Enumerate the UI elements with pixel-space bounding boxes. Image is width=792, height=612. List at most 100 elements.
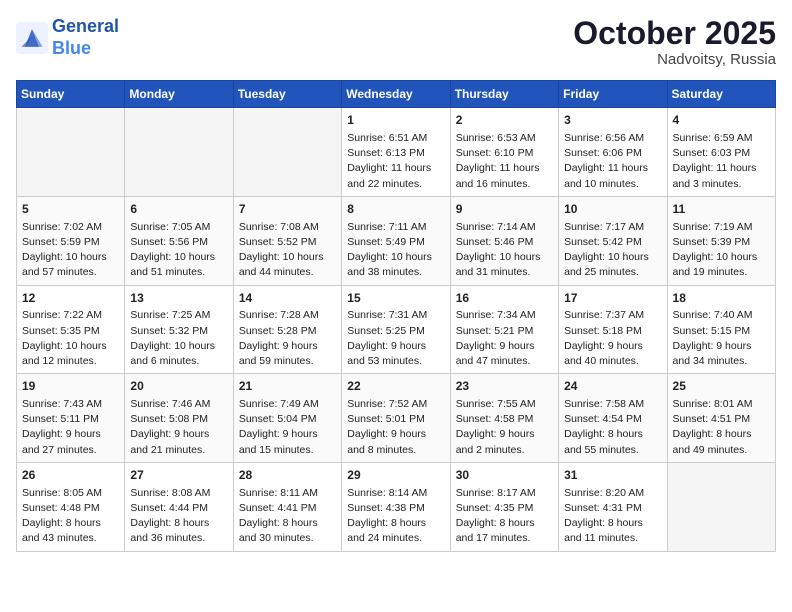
logo-text: General Blue xyxy=(52,16,119,59)
week-row-1: 1 Sunrise: 6:51 AM Sunset: 6:13 PM Daylig… xyxy=(17,108,776,197)
calendar-cell: 25Sunrise: 8:01 AM Sunset: 4:51 PM Dayli… xyxy=(667,374,775,463)
calendar-cell: 5 Sunrise: 7:02 AM Sunset: 5:59 PM Daylig… xyxy=(17,196,125,285)
day-number: 16 xyxy=(456,290,553,307)
weekday-header-friday: Friday xyxy=(559,81,667,108)
calendar-table: SundayMondayTuesdayWednesdayThursdayFrid… xyxy=(16,80,776,551)
day-info: Sunrise: 7:22 AM Sunset: 5:35 PM Dayligh… xyxy=(22,308,119,369)
day-number: 4 xyxy=(673,112,770,129)
calendar-cell xyxy=(17,108,125,197)
calendar-cell: 2 Sunrise: 6:53 AM Sunset: 6:10 PM Daylig… xyxy=(450,108,558,197)
day-number: 7 xyxy=(239,201,336,218)
calendar-cell: 22 Sunrise: 7:52 AM Sunset: 5:01 PM Dayli… xyxy=(342,374,450,463)
day-info: Sunrise: 7:37 AM Sunset: 5:18 PM Dayligh… xyxy=(564,308,661,369)
day-number: 24 xyxy=(564,378,661,395)
day-number: 23 xyxy=(456,378,553,395)
calendar-cell xyxy=(125,108,233,197)
day-info: Sunrise: 8:08 AM Sunset: 4:44 PM Dayligh… xyxy=(130,486,227,547)
calendar-cell: 21 Sunrise: 7:49 AM Sunset: 5:04 PM Dayli… xyxy=(233,374,341,463)
day-number: 12 xyxy=(22,290,119,307)
day-info: Sunrise: 7:31 AM Sunset: 5:25 PM Dayligh… xyxy=(347,308,444,369)
day-info: Sunrise: 7:55 AM Sunset: 4:58 PM Dayligh… xyxy=(456,397,553,458)
calendar-cell: 12Sunrise: 7:22 AM Sunset: 5:35 PM Dayli… xyxy=(17,285,125,374)
day-info: Sunrise: 7:02 AM Sunset: 5:59 PM Dayligh… xyxy=(22,220,119,281)
calendar-cell xyxy=(233,108,341,197)
day-info: Sunrise: 6:53 AM Sunset: 6:10 PM Dayligh… xyxy=(456,131,553,192)
day-number: 9 xyxy=(456,201,553,218)
calendar-cell: 6 Sunrise: 7:05 AM Sunset: 5:56 PM Daylig… xyxy=(125,196,233,285)
day-number: 19 xyxy=(22,378,119,395)
week-row-3: 12Sunrise: 7:22 AM Sunset: 5:35 PM Dayli… xyxy=(17,285,776,374)
day-number: 14 xyxy=(239,290,336,307)
day-number: 1 xyxy=(347,112,444,129)
calendar-cell: 4 Sunrise: 6:59 AM Sunset: 6:03 PM Daylig… xyxy=(667,108,775,197)
day-number: 18 xyxy=(673,290,770,307)
calendar-cell: 28Sunrise: 8:11 AM Sunset: 4:41 PM Dayli… xyxy=(233,462,341,551)
day-info: Sunrise: 7:11 AM Sunset: 5:49 PM Dayligh… xyxy=(347,220,444,281)
calendar-cell: 19Sunrise: 7:43 AM Sunset: 5:11 PM Dayli… xyxy=(17,374,125,463)
logo-icon xyxy=(16,22,48,54)
calendar-cell: 14Sunrise: 7:28 AM Sunset: 5:28 PM Dayli… xyxy=(233,285,341,374)
day-info: Sunrise: 7:17 AM Sunset: 5:42 PM Dayligh… xyxy=(564,220,661,281)
day-number: 17 xyxy=(564,290,661,307)
day-info: Sunrise: 8:05 AM Sunset: 4:48 PM Dayligh… xyxy=(22,486,119,547)
day-number: 21 xyxy=(239,378,336,395)
day-info: Sunrise: 8:14 AM Sunset: 4:38 PM Dayligh… xyxy=(347,486,444,547)
weekday-header-tuesday: Tuesday xyxy=(233,81,341,108)
week-row-5: 26 Sunrise: 8:05 AM Sunset: 4:48 PM Dayli… xyxy=(17,462,776,551)
day-info: Sunrise: 6:56 AM Sunset: 6:06 PM Dayligh… xyxy=(564,131,661,192)
day-info: Sunrise: 6:59 AM Sunset: 6:03 PM Dayligh… xyxy=(673,131,770,192)
day-number: 6 xyxy=(130,201,227,218)
day-info: Sunrise: 8:01 AM Sunset: 4:51 PM Dayligh… xyxy=(673,397,770,458)
day-number: 3 xyxy=(564,112,661,129)
day-number: 2 xyxy=(456,112,553,129)
day-info: Sunrise: 7:49 AM Sunset: 5:04 PM Dayligh… xyxy=(239,397,336,458)
calendar-cell: 9 Sunrise: 7:14 AM Sunset: 5:46 PM Daylig… xyxy=(450,196,558,285)
day-info: Sunrise: 7:28 AM Sunset: 5:28 PM Dayligh… xyxy=(239,308,336,369)
day-info: Sunrise: 8:20 AM Sunset: 4:31 PM Dayligh… xyxy=(564,486,661,547)
day-info: Sunrise: 7:08 AM Sunset: 5:52 PM Dayligh… xyxy=(239,220,336,281)
day-number: 29 xyxy=(347,467,444,484)
day-number: 22 xyxy=(347,378,444,395)
day-info: Sunrise: 7:46 AM Sunset: 5:08 PM Dayligh… xyxy=(130,397,227,458)
calendar-cell: 15Sunrise: 7:31 AM Sunset: 5:25 PM Dayli… xyxy=(342,285,450,374)
day-number: 31 xyxy=(564,467,661,484)
day-number: 26 xyxy=(22,467,119,484)
day-number: 15 xyxy=(347,290,444,307)
calendar-cell: 8 Sunrise: 7:11 AM Sunset: 5:49 PM Daylig… xyxy=(342,196,450,285)
logo: General Blue xyxy=(16,16,119,59)
calendar-cell: 13Sunrise: 7:25 AM Sunset: 5:32 PM Dayli… xyxy=(125,285,233,374)
day-info: Sunrise: 8:11 AM Sunset: 4:41 PM Dayligh… xyxy=(239,486,336,547)
page-header: General Blue October 2025 Nadvoitsy, Rus… xyxy=(16,16,776,68)
day-info: Sunrise: 7:19 AM Sunset: 5:39 PM Dayligh… xyxy=(673,220,770,281)
day-info: Sunrise: 7:52 AM Sunset: 5:01 PM Dayligh… xyxy=(347,397,444,458)
day-info: Sunrise: 7:58 AM Sunset: 4:54 PM Dayligh… xyxy=(564,397,661,458)
calendar-cell: 16Sunrise: 7:34 AM Sunset: 5:21 PM Dayli… xyxy=(450,285,558,374)
day-number: 5 xyxy=(22,201,119,218)
calendar-cell: 20Sunrise: 7:46 AM Sunset: 5:08 PM Dayli… xyxy=(125,374,233,463)
day-number: 10 xyxy=(564,201,661,218)
calendar-cell: 7 Sunrise: 7:08 AM Sunset: 5:52 PM Daylig… xyxy=(233,196,341,285)
day-info: Sunrise: 7:05 AM Sunset: 5:56 PM Dayligh… xyxy=(130,220,227,281)
calendar-cell: 17Sunrise: 7:37 AM Sunset: 5:18 PM Dayli… xyxy=(559,285,667,374)
day-info: Sunrise: 6:51 AM Sunset: 6:13 PM Dayligh… xyxy=(347,131,444,192)
calendar-cell: 3 Sunrise: 6:56 AM Sunset: 6:06 PM Daylig… xyxy=(559,108,667,197)
calendar-cell: 31 Sunrise: 8:20 AM Sunset: 4:31 PM Dayli… xyxy=(559,462,667,551)
day-info: Sunrise: 8:17 AM Sunset: 4:35 PM Dayligh… xyxy=(456,486,553,547)
day-number: 30 xyxy=(456,467,553,484)
day-info: Sunrise: 7:25 AM Sunset: 5:32 PM Dayligh… xyxy=(130,308,227,369)
calendar-cell: 11 Sunrise: 7:19 AM Sunset: 5:39 PM Dayli… xyxy=(667,196,775,285)
calendar-cell xyxy=(667,462,775,551)
day-number: 27 xyxy=(130,467,227,484)
week-row-4: 19Sunrise: 7:43 AM Sunset: 5:11 PM Dayli… xyxy=(17,374,776,463)
day-number: 8 xyxy=(347,201,444,218)
day-number: 13 xyxy=(130,290,227,307)
day-number: 11 xyxy=(673,201,770,218)
weekday-header-row: SundayMondayTuesdayWednesdayThursdayFrid… xyxy=(17,81,776,108)
weekday-header-monday: Monday xyxy=(125,81,233,108)
weekday-header-sunday: Sunday xyxy=(17,81,125,108)
calendar-cell: 27 Sunrise: 8:08 AM Sunset: 4:44 PM Dayli… xyxy=(125,462,233,551)
week-row-2: 5 Sunrise: 7:02 AM Sunset: 5:59 PM Daylig… xyxy=(17,196,776,285)
day-info: Sunrise: 7:14 AM Sunset: 5:46 PM Dayligh… xyxy=(456,220,553,281)
location: Nadvoitsy, Russia xyxy=(573,51,776,68)
day-info: Sunrise: 7:40 AM Sunset: 5:15 PM Dayligh… xyxy=(673,308,770,369)
